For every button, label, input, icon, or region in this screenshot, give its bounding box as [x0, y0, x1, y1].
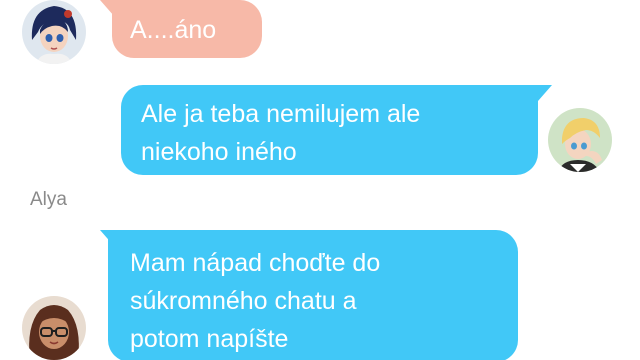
girl-glasses-avatar-icon[interactable]: [22, 296, 86, 360]
message-text: A....áno: [130, 16, 217, 44]
message-bubble-incoming[interactable]: Mam nápad choďte do súkromného chatu a p…: [108, 230, 518, 360]
message-bubble-outgoing[interactable]: Ale ja teba nemilujem ale niekoho iného: [121, 85, 538, 175]
chat-thread: A....áno Ale ja teba nemilujem ale nieko…: [0, 0, 640, 360]
message-text: Ale ja teba nemilujem ale niekoho iného: [141, 100, 421, 166]
message-text: Mam nápad choďte do súkromného chatu a p…: [130, 249, 381, 353]
sender-name: Alya: [30, 189, 67, 210]
bubble-tail: [538, 85, 552, 101]
message-bubble-incoming[interactable]: A....áno: [112, 0, 262, 58]
boy-blonde-avatar-icon[interactable]: [548, 108, 612, 172]
girl-blue-hair-avatar-icon[interactable]: [22, 0, 86, 64]
